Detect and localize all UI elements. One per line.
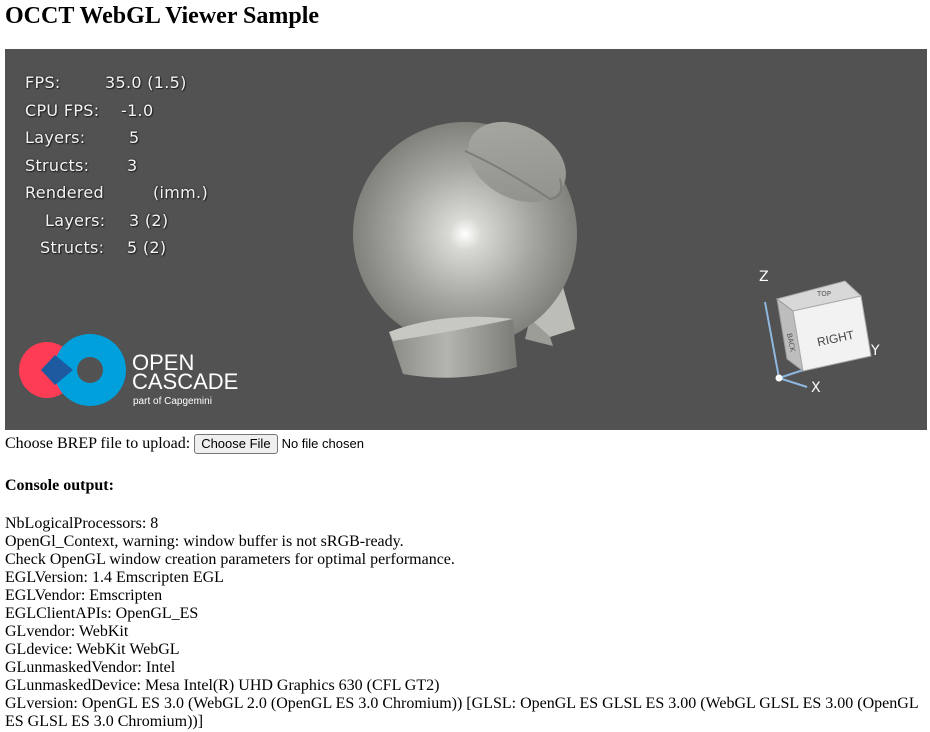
stat-value: 3 [127, 155, 138, 175]
choose-file-button[interactable]: Choose File [194, 434, 278, 454]
stat-value: 3 (2) [129, 210, 169, 230]
view-cube[interactable]: TOP BACK RIGHT Z X Y [759, 269, 880, 396]
logo-text-cascade: CASCADE [132, 369, 238, 394]
x-axis-line [778, 377, 808, 388]
console-line: GLdevice: WebKit WebGL [5, 641, 180, 658]
stat-label: Layers: [45, 210, 106, 230]
view-cube-label-top: TOP [816, 290, 831, 298]
file-status: No file chosen [281, 436, 364, 451]
console-output: NbLogicalProcessors: 8 OpenGl_Context, w… [5, 515, 925, 731]
console-line: NbLogicalProcessors: 8 [5, 515, 159, 532]
console-line: EGLClientAPIs: OpenGL_ES [5, 605, 199, 622]
console-line: GLunmaskedVendor: Intel [5, 659, 176, 676]
stat-label: Structs: [40, 238, 105, 257]
cad-model[interactable] [353, 106, 580, 378]
console-line: EGLVendor: Emscripten [5, 587, 163, 604]
stat-value: 5 (2) [127, 238, 167, 257]
open-cascade-logo: OPEN CASCADE part of Capgemini [19, 334, 238, 407]
file-upload-row: Choose BREP file to upload: Choose File … [5, 434, 364, 454]
console-line: Check OpenGL window creation parameters … [5, 551, 455, 568]
console-line: GLunmaskedDevice: Mesa Intel(R) UHD Grap… [5, 677, 440, 694]
page-title: OCCT WebGL Viewer Sample [5, 3, 320, 29]
stat-label: FPS: [25, 73, 61, 92]
console-line: GLversion: OpenGL ES 3.0 (WebGL 2.0 (Ope… [5, 695, 918, 730]
console-title: Console output: [5, 477, 114, 494]
upload-label: Choose BREP file to upload: [5, 435, 191, 452]
axis-label-x: X [811, 380, 821, 396]
stat-value: 35.0 (1.5) [105, 73, 187, 92]
stat-label: Layers: [25, 128, 86, 147]
stat-label: CPU FPS: [25, 100, 100, 120]
console-line: OpenGl_Context, warning: window buffer i… [5, 533, 404, 550]
stat-label: Rendered [25, 183, 105, 202]
stat-value: (imm.) [153, 183, 208, 202]
axis-label-z: Z [759, 269, 769, 285]
stat-value: -1.0 [121, 100, 154, 120]
stat-value: 5 [129, 128, 140, 147]
axis-label-y: Y [870, 343, 880, 359]
console-line: GLvendor: WebKit [5, 623, 129, 640]
stat-label: Structs: [25, 155, 90, 175]
webgl-canvas[interactable]: OPEN CASCADE part of Capgemini TOP BACK … [5, 49, 927, 430]
console-line: EGLVersion: 1.4 Emscripten EGL [5, 569, 224, 586]
z-axis-line [764, 301, 780, 379]
logo-text-capgemini: part of Capgemini [133, 396, 212, 407]
